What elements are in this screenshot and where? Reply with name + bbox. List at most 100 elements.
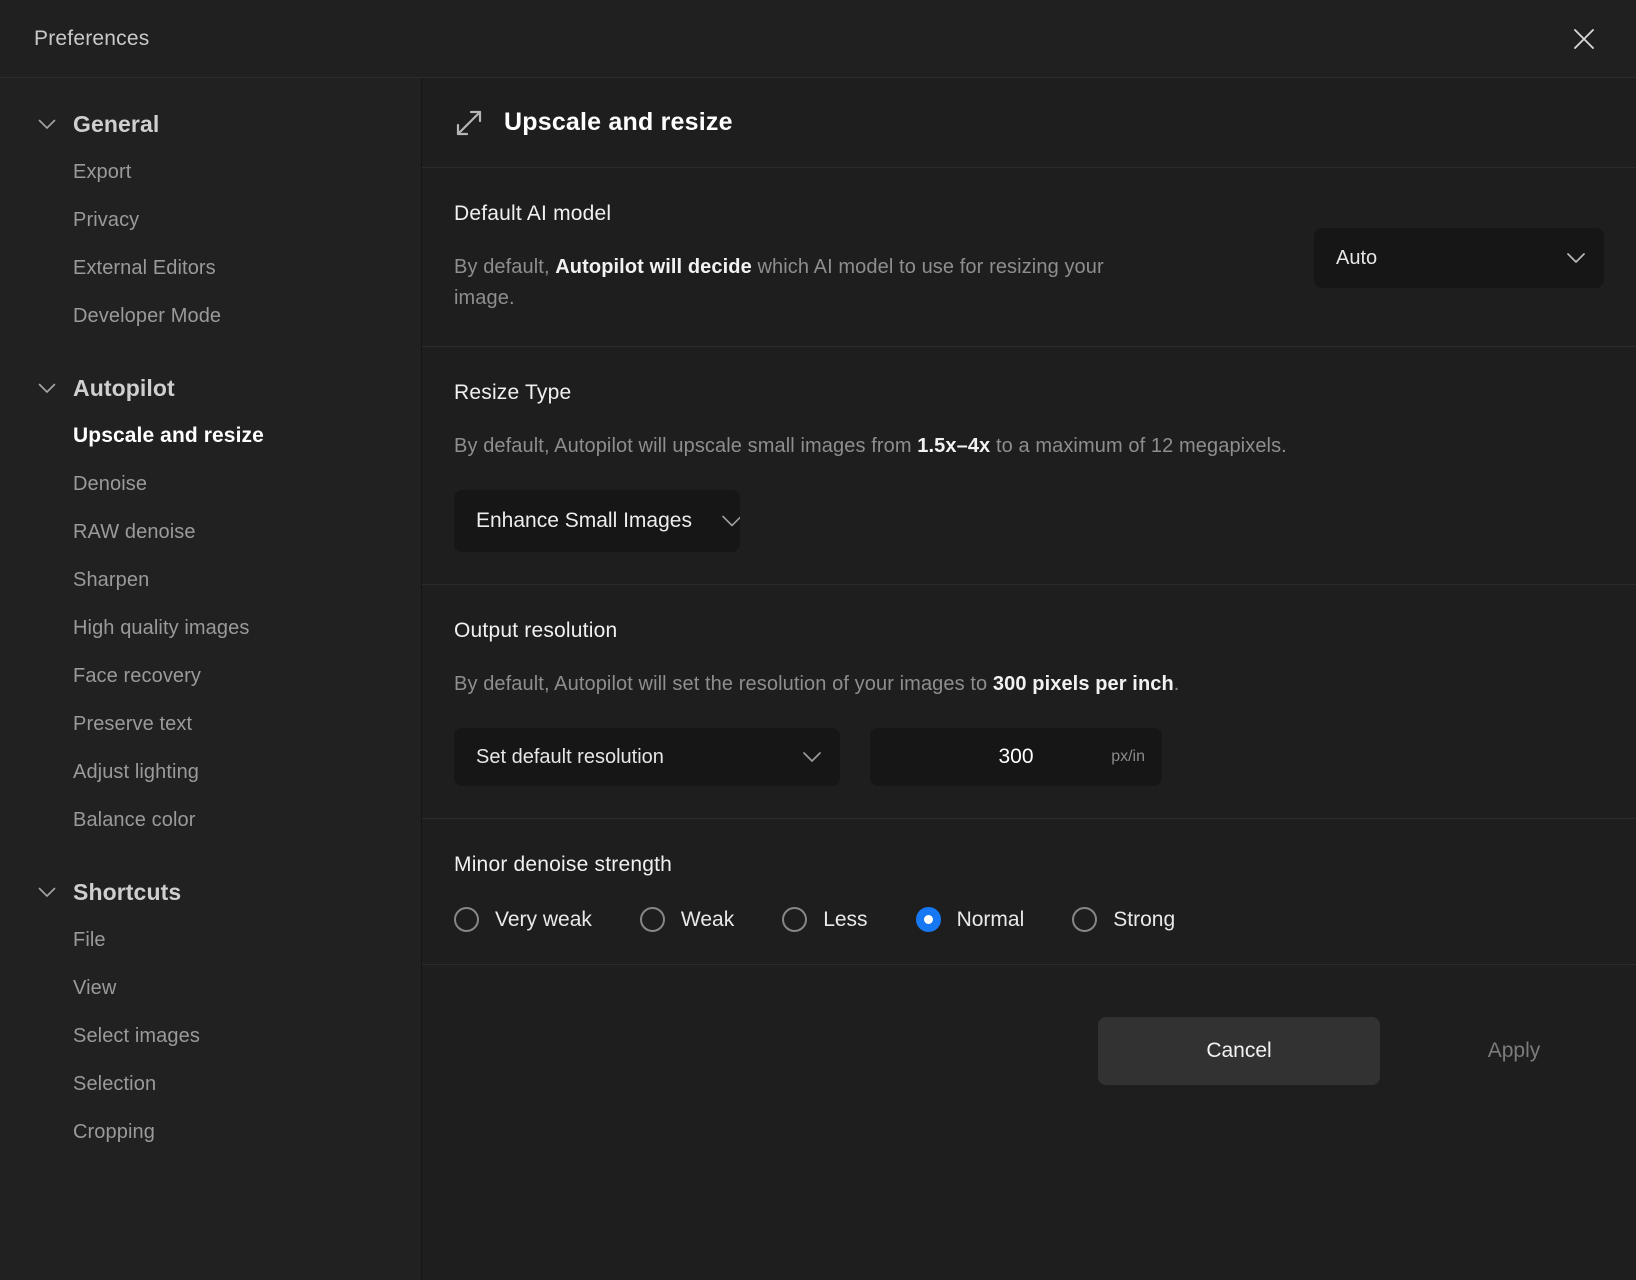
dropdown-value: Set default resolution (476, 745, 664, 768)
panel-header: Upscale and resize (422, 78, 1636, 168)
radio-option-strong[interactable]: Strong (1072, 907, 1175, 932)
settings-sections: Default AI model By default, Autopilot w… (422, 168, 1636, 1280)
preferences-sidebar: General Export Privacy External Editors … (0, 78, 422, 1280)
sidebar-item-external-editors[interactable]: External Editors (0, 244, 421, 292)
section-title-minor-denoise-strength: Minor denoise strength (454, 853, 673, 876)
set-default-resolution-dropdown[interactable]: Set default resolution (454, 728, 840, 786)
sidebar-item-label: RAW denoise (73, 520, 196, 543)
enhance-small-images-button[interactable]: Enhance Small Images (454, 490, 740, 552)
sidebar-item-file[interactable]: File (0, 916, 421, 964)
default-ai-model-dropdown[interactable]: Auto (1314, 228, 1604, 288)
section-title-default-ai-model: Default AI model (454, 202, 612, 225)
radio-option-weak[interactable]: Weak (639, 907, 735, 932)
section-description: By default, Autopilot will set the resol… (454, 669, 1604, 700)
chevron-down-icon (36, 881, 58, 903)
sidebar-item-adjust-lighting[interactable]: Adjust lighting (0, 748, 421, 796)
desc-part-pre: By default, Autopilot will set the resol… (454, 673, 993, 695)
sidebar-item-cropping[interactable]: Cropping (0, 1108, 421, 1156)
sidebar-item-face-recovery[interactable]: Face recovery (0, 652, 421, 700)
sidebar-item-raw-denoise[interactable]: RAW denoise (0, 508, 421, 556)
resize-diagonal-icon (454, 108, 484, 138)
sidebar-item-label: Upscale and resize (73, 424, 264, 447)
sidebar-item-balance-color[interactable]: Balance color (0, 796, 421, 844)
radio-circle-icon (639, 907, 665, 932)
output-resolution-controls: Set default resolution 300 px/in (454, 728, 1604, 786)
sidebar-group-general: General Export Privacy External Editors … (0, 100, 421, 340)
close-icon[interactable] (1562, 17, 1606, 61)
sidebar-group-shortcuts: Shortcuts File View Select images Select… (0, 868, 421, 1156)
resolution-unit-label: px/in (1111, 748, 1145, 765)
desc-part-bold: 300 pixels per inch (992, 673, 1174, 695)
sidebar-item-denoise[interactable]: Denoise (0, 460, 421, 508)
page-title: Upscale and resize (504, 108, 733, 136)
section-default-ai-model: Default AI model By default, Autopilot w… (422, 168, 1636, 347)
radio-label: Normal (956, 907, 1025, 931)
sidebar-group-label: General (73, 110, 160, 137)
apply-button[interactable]: Apply (1404, 1017, 1624, 1085)
sidebar-item-privacy[interactable]: Privacy (0, 196, 421, 244)
cancel-button-label: Cancel (1206, 1039, 1272, 1062)
sidebar-item-label: High quality images (73, 616, 250, 639)
sidebar-item-label: Privacy (73, 208, 140, 231)
sidebar-item-high-quality-images[interactable]: High quality images (0, 604, 421, 652)
desc-part-bold: 1.5x–4x (917, 435, 991, 457)
radio-option-very-weak[interactable]: Very weak (454, 907, 592, 932)
radio-label: Weak (680, 907, 735, 931)
radio-label: Very weak (495, 907, 592, 931)
radio-circle-icon (1072, 907, 1098, 932)
section-output-resolution: Output resolution By default, Autopilot … (422, 585, 1636, 819)
sidebar-item-label: Face recovery (73, 664, 202, 687)
enhance-small-images-label: Enhance Small Images (476, 509, 692, 532)
preferences-window: Preferences General Export Privacy Exter… (0, 0, 1636, 1280)
chevron-down-icon (1566, 252, 1586, 264)
sidebar-item-upscale-and-resize[interactable]: Upscale and resize (0, 412, 421, 460)
sidebar-item-preserve-text[interactable]: Preserve text (0, 700, 421, 748)
sidebar-item-view[interactable]: View (0, 964, 421, 1012)
sidebar-item-selection[interactable]: Selection (0, 1060, 421, 1108)
radio-circle-icon (915, 907, 941, 932)
sidebar-item-label: Balance color (73, 808, 196, 831)
dialog-footer: Cancel Apply (422, 965, 1636, 1137)
sidebar-item-label: Adjust lighting (73, 760, 200, 783)
sidebar-group-label: Autopilot (73, 374, 175, 401)
sidebar-group-header-general[interactable]: General (0, 100, 421, 148)
radio-circle-icon (782, 907, 808, 932)
sidebar-item-select-images[interactable]: Select images (0, 1012, 421, 1060)
dropdown-value: Auto (1336, 246, 1378, 269)
desc-part-post: to a maximum of 12 megapixels. (990, 435, 1287, 457)
desc-part-post: . (1173, 673, 1180, 695)
desc-part-pre: By default, Autopilot will upscale small… (454, 435, 918, 457)
radio-option-less[interactable]: Less (782, 907, 868, 932)
section-description: By default, Autopilot will upscale small… (454, 431, 1604, 462)
desc-part-bold: Autopilot will decide (555, 256, 752, 278)
sidebar-group-label: Shortcuts (73, 878, 182, 905)
sidebar-item-export[interactable]: Export (0, 148, 421, 196)
sidebar-item-sharpen[interactable]: Sharpen (0, 556, 421, 604)
sidebar-item-label: Selection (73, 1072, 157, 1095)
section-minor-denoise-strength: Minor denoise strength Very weak Weak Le… (422, 819, 1636, 965)
minor-denoise-radio-group: Very weak Weak Less Normal Strong (454, 907, 1604, 932)
sidebar-item-label: Denoise (73, 472, 148, 495)
radio-circle-icon (454, 907, 479, 932)
sidebar-group-header-autopilot[interactable]: Autopilot (0, 364, 421, 412)
resolution-input[interactable]: 300 px/in (870, 728, 1162, 786)
chevron-down-icon (36, 377, 58, 399)
sidebar-item-label: Developer Mode (73, 304, 222, 327)
sidebar-item-label: External Editors (73, 256, 216, 279)
radio-option-normal[interactable]: Normal (915, 907, 1025, 932)
sidebar-item-developer-mode[interactable]: Developer Mode (0, 292, 421, 340)
cancel-button[interactable]: Cancel (1098, 1017, 1380, 1085)
apply-button-label: Apply (1487, 1039, 1541, 1062)
sidebar-item-label: Export (73, 160, 132, 183)
resolution-value: 300 (998, 745, 1034, 768)
title-bar: Preferences (0, 0, 1636, 78)
sidebar-group-header-shortcuts[interactable]: Shortcuts (0, 868, 421, 916)
radio-label: Less (823, 907, 868, 931)
section-description: By default, Autopilot will decide which … (454, 252, 1114, 314)
sidebar-item-label: Select images (73, 1024, 200, 1047)
window-title: Preferences (34, 26, 150, 50)
sidebar-item-label: View (73, 976, 117, 999)
preferences-main-panel: Upscale and resize Default AI model By d… (422, 78, 1636, 1280)
